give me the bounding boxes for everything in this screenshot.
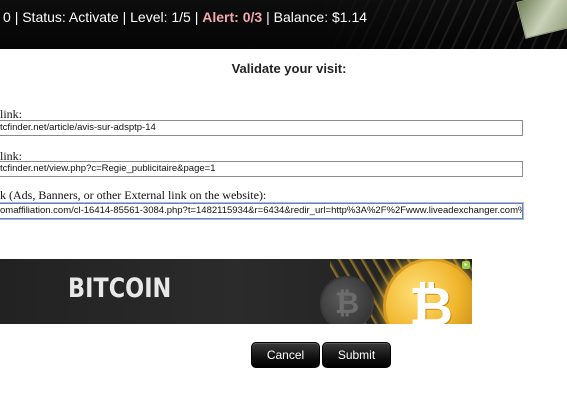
submit-button[interactable]: Submit <box>322 342 391 368</box>
banner-coin-layer: ₿ ₿ <box>0 259 472 324</box>
external-link-field[interactable]: omaffiliation.com/cl-16414-85561-3084.ph… <box>0 203 523 219</box>
bitcoin-coin-icon-large: ₿ <box>383 259 472 324</box>
alert-counter: Alert: 0/3 <box>202 9 263 25</box>
top-status-bar: 0 | Status: Activate | Level: 1/5 | Aler… <box>0 0 567 49</box>
status-text: | Status: Activate | Level: 1/5 | <box>14 9 199 25</box>
cancel-button[interactable]: Cancel <box>251 342 320 368</box>
balance-text: | Balance: $1.14 <box>266 9 368 25</box>
field-label-3: k (Ads, Banners, or other External link … <box>0 188 267 202</box>
page-title: Validate your visit: <box>231 61 347 76</box>
status-line: 0 | Status: Activate | Level: 1/5 | Aler… <box>3 9 367 25</box>
visit-link-field-2[interactable]: tcfinder.net/view.php?c=Regie_publicitai… <box>0 161 523 177</box>
ad-choices-icon[interactable]: ▸ <box>462 261 470 269</box>
bitcoin-coin-icon-small: ₿ <box>320 276 374 324</box>
visit-link-field-1[interactable]: tcfinder.net/article/avis-sur-adsptp-14 <box>0 120 523 136</box>
status-prefix: 0 <box>3 9 11 25</box>
